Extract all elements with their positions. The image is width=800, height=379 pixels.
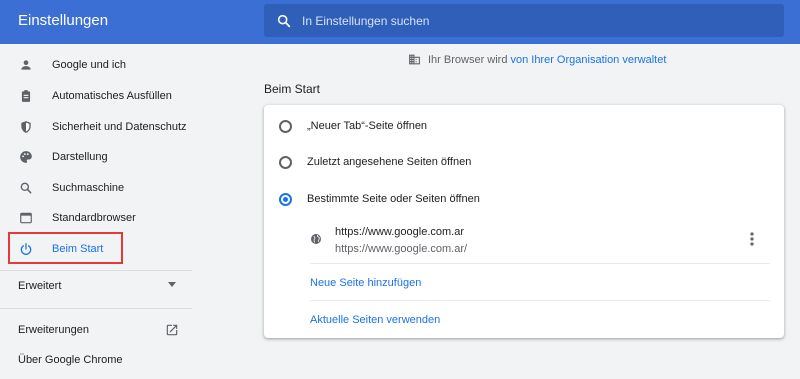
globe-icon (311, 234, 321, 244)
divider (310, 300, 770, 301)
add-page-link[interactable]: Neue Seite hinzufügen (310, 277, 421, 289)
sidebar-item-privacy[interactable]: Sicherheit und Datenschutz (0, 112, 192, 142)
page-title: Einstellungen (18, 12, 109, 29)
sidebar-advanced[interactable]: Erweitert (18, 280, 61, 292)
more-vert-icon[interactable] (748, 231, 756, 247)
radio-label: „Neuer Tab“-Seite öffnen (307, 120, 428, 132)
sidebar-item-search-engine[interactable]: Suchmaschine (0, 173, 192, 203)
top-bar: Einstellungen In Einstellungen suchen (0, 0, 800, 44)
radio-button[interactable] (279, 155, 292, 169)
divider (0, 270, 192, 271)
managed-text: Ihr Browser wird (428, 53, 508, 66)
managed-notice: Ihr Browser wird von Ihrer Organisation … (408, 53, 666, 66)
use-current-pages-link[interactable]: Aktuelle Seiten verwenden (310, 314, 440, 326)
site-url: https://www.google.com.ar/ (335, 243, 468, 255)
building-icon (409, 54, 420, 65)
sidebar-item-autofill[interactable]: Automatisches Ausfüllen (0, 81, 192, 111)
person-icon (21, 60, 31, 70)
shield-icon (21, 121, 31, 133)
startup-page-entry: https://www.google.com.ar https://www.go… (310, 219, 770, 263)
sidebar-item-label: Standardbrowser (52, 212, 136, 224)
sidebar-item-label: Google und ich (52, 59, 126, 71)
radio-button-checked[interactable] (279, 192, 292, 206)
sidebar-item-google[interactable]: Google und ich (0, 50, 192, 80)
search-icon (277, 14, 291, 27)
radio-button[interactable] (279, 119, 292, 133)
sidebar-about[interactable]: Über Google Chrome (18, 354, 123, 366)
sidebar-item-label: Suchmaschine (52, 182, 125, 194)
sidebar: Google und ich Automatisches Ausfüllen S… (0, 44, 192, 379)
browser-icon (20, 212, 32, 224)
startup-option-new-tab[interactable]: „Neuer Tab“-Seite öffnen (264, 109, 784, 143)
startup-option-specific-pages[interactable]: Bestimmte Seite oder Seiten öffnen (264, 182, 784, 216)
search-field[interactable]: In Einstellungen suchen (264, 4, 784, 37)
open-in-new-icon[interactable] (165, 323, 179, 337)
chevron-down-icon[interactable] (168, 282, 176, 287)
section-title: Beim Start (264, 82, 321, 96)
sidebar-item-appearance[interactable]: Darstellung (0, 142, 192, 172)
managed-link[interactable]: von Ihrer Organisation verwaltet (510, 54, 666, 66)
startup-option-continue[interactable]: Zuletzt angesehene Seiten öffnen (264, 145, 784, 179)
search-placeholder[interactable]: In Einstellungen suchen (302, 14, 429, 28)
divider (0, 308, 192, 309)
startup-card: „Neuer Tab“-Seite öffnen Zuletzt angeseh… (264, 105, 784, 338)
site-name: https://www.google.com.ar (335, 226, 465, 238)
search-icon (20, 182, 32, 194)
clipboard-icon (21, 90, 31, 102)
sidebar-item-label: Automatisches Ausfüllen (52, 90, 172, 102)
sidebar-extensions[interactable]: Erweiterungen (18, 324, 89, 336)
sidebar-item-label: Sicherheit und Datenschutz (52, 121, 187, 133)
palette-icon (20, 151, 32, 163)
sidebar-item-default-browser[interactable]: Standardbrowser (0, 203, 192, 233)
radio-label: Bestimmte Seite oder Seiten öffnen (307, 193, 480, 205)
highlight-box (8, 232, 123, 264)
radio-label: Zuletzt angesehene Seiten öffnen (307, 156, 472, 168)
divider (310, 263, 770, 264)
sidebar-item-label: Darstellung (52, 151, 108, 163)
